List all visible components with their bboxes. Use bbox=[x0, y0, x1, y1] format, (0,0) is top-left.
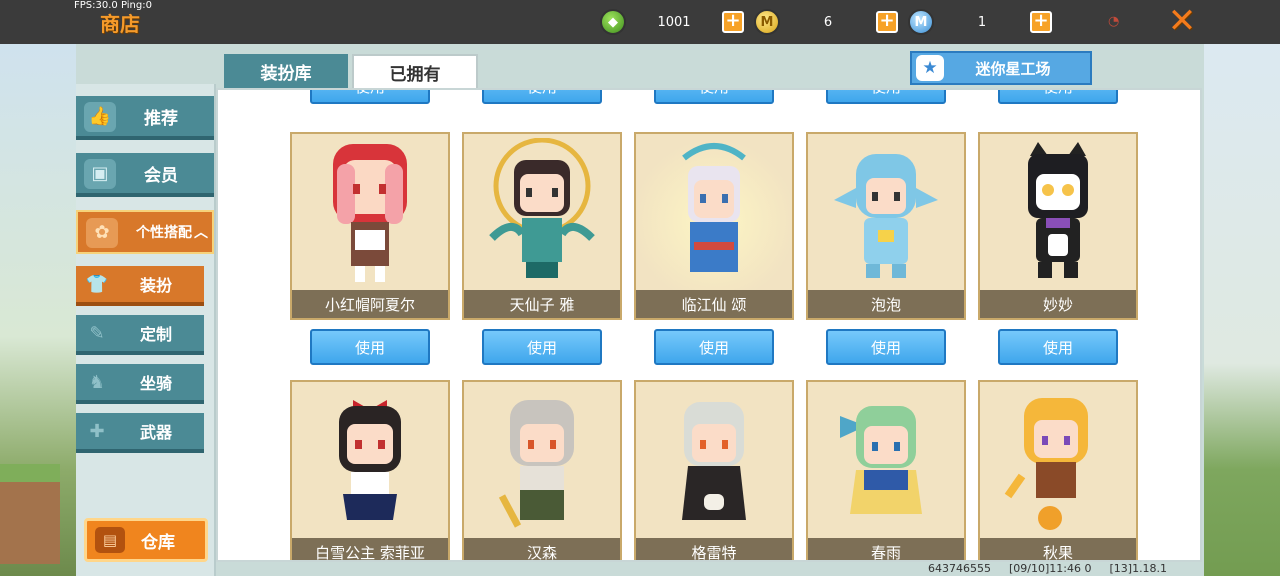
star-icon: ★ bbox=[916, 55, 944, 81]
item-grid: 使用 使用 使用 使用 使用 小红帽阿夏尔 bbox=[216, 88, 1202, 562]
signal-icon: ◔ bbox=[1108, 14, 1120, 29]
nav-recommend-label: 推荐 bbox=[144, 108, 178, 129]
subnav-mount[interactable]: ♞ 坐骑 bbox=[76, 364, 204, 404]
use-button[interactable]: 使用 bbox=[310, 329, 430, 365]
use-button[interactable]: 使用 bbox=[826, 90, 946, 104]
add-gems-button[interactable]: + bbox=[722, 11, 744, 33]
character-preview bbox=[980, 382, 1136, 540]
personal-style-icon: ✿ bbox=[86, 218, 118, 248]
pencil-icon: ✎ bbox=[89, 323, 105, 344]
item-name: 格雷特 bbox=[636, 538, 792, 560]
item-name: 泡泡 bbox=[808, 290, 964, 318]
member-card-icon: ▣ bbox=[84, 159, 116, 189]
item-name: 春雨 bbox=[808, 538, 964, 560]
add-coins-button[interactable]: + bbox=[876, 11, 898, 33]
use-button[interactable]: 使用 bbox=[998, 90, 1118, 104]
use-button[interactable]: 使用 bbox=[998, 329, 1118, 365]
tab-owned[interactable]: 已拥有 bbox=[352, 54, 478, 88]
gem-amount: 1001 bbox=[657, 14, 691, 30]
subnav-dressup-label: 装扮 bbox=[140, 276, 173, 295]
character-preview bbox=[980, 134, 1136, 292]
use-button[interactable]: 使用 bbox=[310, 90, 430, 104]
item-name: 小红帽阿夏尔 bbox=[292, 290, 448, 318]
item-card[interactable]: 天仙子 雅 bbox=[462, 132, 622, 320]
item-card[interactable]: 格雷特 bbox=[634, 380, 794, 560]
blue-coin-icon: M bbox=[908, 9, 934, 35]
tab-library[interactable]: 装扮库 bbox=[224, 54, 348, 88]
character-preview bbox=[464, 134, 620, 292]
box-icon: ▤ bbox=[95, 527, 125, 553]
item-card[interactable]: 临江仙 颂 bbox=[634, 132, 794, 320]
studio-button[interactable]: ★ 迷你星工场 bbox=[910, 51, 1092, 85]
nav-member[interactable]: ▣ 会员 bbox=[76, 153, 214, 197]
thumbs-up-icon: 👍 bbox=[84, 102, 116, 132]
grass-block bbox=[0, 464, 60, 564]
subnav-weapon-label: 武器 bbox=[140, 423, 173, 442]
item-card[interactable]: 妙妙 bbox=[978, 132, 1138, 320]
coin-amount: 6 bbox=[823, 14, 833, 30]
item-name: 秋果 bbox=[980, 538, 1136, 560]
item-name: 妙妙 bbox=[980, 290, 1136, 318]
subnav-custom[interactable]: ✎ 定制 bbox=[76, 315, 204, 355]
status-footer: 643746555 [09/10]11:46 0 [13]1.18.1 bbox=[928, 562, 1167, 575]
green-gem-icon: ◆ bbox=[600, 9, 626, 35]
character-preview bbox=[808, 382, 964, 540]
item-card[interactable]: 小红帽阿夏尔 bbox=[290, 132, 450, 320]
currency-coins: M 6 + bbox=[754, 9, 898, 35]
use-button[interactable]: 使用 bbox=[654, 90, 774, 104]
item-name: 临江仙 颂 bbox=[636, 290, 792, 318]
item-card[interactable]: 泡泡 bbox=[806, 132, 966, 320]
use-button[interactable]: 使用 bbox=[654, 329, 774, 365]
character-preview bbox=[808, 134, 964, 292]
nav-personal-label: 个性搭配 bbox=[136, 225, 192, 241]
character-preview bbox=[636, 134, 792, 292]
item-card[interactable]: 秋果 bbox=[978, 380, 1138, 560]
shirt-icon: 👕 bbox=[85, 274, 109, 295]
use-button[interactable]: 使用 bbox=[482, 90, 602, 104]
character-preview bbox=[636, 382, 792, 540]
use-button[interactable]: 使用 bbox=[826, 329, 946, 365]
background-right bbox=[1204, 44, 1280, 576]
version: [13]1.18.1 bbox=[1109, 562, 1168, 575]
currency-blue: M 1 + bbox=[908, 9, 1052, 35]
add-blue-button[interactable]: + bbox=[1030, 11, 1052, 33]
warehouse-button[interactable]: ▤ 仓库 bbox=[84, 518, 208, 562]
top-bar: FPS:30.0 Ping:0 商店 ◆ 1001 + M 6 + M 1 + … bbox=[0, 0, 1280, 44]
nav-personal[interactable]: ✿ 个性搭配 ︿ bbox=[76, 210, 214, 254]
nav-recommend[interactable]: 👍 推荐 bbox=[76, 96, 214, 140]
character-preview bbox=[292, 382, 448, 540]
currency-gems: ◆ 1001 + bbox=[600, 9, 744, 35]
item-card[interactable]: 白雪公主 索菲亚 bbox=[290, 380, 450, 560]
character-preview bbox=[464, 382, 620, 540]
blue-amount: 1 bbox=[977, 14, 987, 30]
studio-label: 迷你星工场 bbox=[975, 59, 1051, 78]
character-preview bbox=[292, 134, 448, 292]
gun-icon: ✚ bbox=[89, 421, 105, 442]
subnav-custom-label: 定制 bbox=[140, 325, 173, 344]
nav-member-label: 会员 bbox=[144, 165, 178, 186]
page-title: 商店 bbox=[100, 12, 140, 36]
mount-icon: ♞ bbox=[88, 372, 106, 393]
item-name: 白雪公主 索菲亚 bbox=[292, 538, 448, 560]
item-card[interactable]: 汉森 bbox=[462, 380, 622, 560]
item-card[interactable]: 春雨 bbox=[806, 380, 966, 560]
background-left bbox=[0, 44, 76, 576]
subnav-dressup[interactable]: 👕 装扮 bbox=[76, 266, 204, 306]
item-name: 汉森 bbox=[464, 538, 620, 560]
chevron-up-icon: ︿ bbox=[194, 225, 208, 241]
player-id: 643746555 bbox=[928, 562, 991, 575]
use-button[interactable]: 使用 bbox=[482, 329, 602, 365]
warehouse-label: 仓库 bbox=[141, 532, 175, 553]
timestamp: [09/10]11:46 0 bbox=[1009, 562, 1092, 575]
gold-coin-icon: M bbox=[754, 9, 780, 35]
item-name: 天仙子 雅 bbox=[464, 290, 620, 318]
subnav-weapon[interactable]: ✚ 武器 bbox=[76, 413, 204, 453]
close-button[interactable]: ✕ bbox=[1166, 4, 1198, 38]
subnav-mount-label: 坐骑 bbox=[140, 374, 173, 393]
